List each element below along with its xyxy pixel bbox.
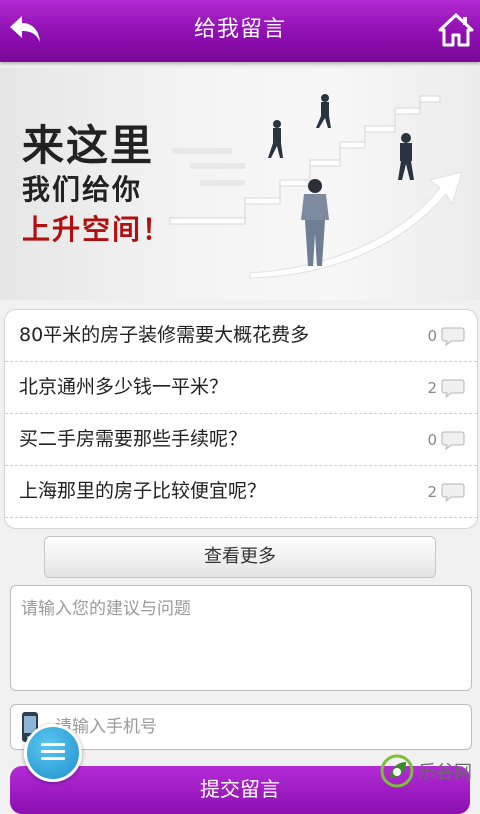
app-header: 给我留言 — [0, 0, 480, 62]
question-item[interactable]: 上海那里的房子比较便宜呢？ 2 — [5, 466, 477, 518]
floating-menu-button[interactable] — [24, 724, 82, 782]
question-text: 80平米的房子装修需要大概花费多 — [19, 324, 310, 346]
menu-icon — [41, 743, 65, 746]
question-text: 买二手房需要那些手续呢？ — [19, 428, 248, 450]
leaf-logo-icon — [380, 754, 414, 788]
question-list: 80平米的房子装修需要大概花费多 0 北京通州多少钱一平米？ 2 买二手房需要那… — [4, 309, 478, 529]
comment-bubble-icon — [441, 379, 465, 398]
menu-icon-bar — [41, 750, 65, 753]
suggestion-textarea[interactable]: 请输入您的建议与问题 — [10, 585, 472, 691]
banner-slogan-line3: 上升空间！ — [22, 213, 173, 246]
question-text: 上海那里的房子比较便宜呢？ — [19, 480, 267, 502]
watermark: 乐谷网 — [380, 754, 476, 794]
suggestion-placeholder: 请输入您的建议与问题 — [21, 599, 191, 619]
home-button[interactable] — [438, 12, 474, 48]
comment-bubble-icon — [441, 483, 465, 502]
home-icon — [438, 13, 474, 47]
question-item[interactable]: 80平米的房子装修需要大概花费多 0 — [5, 310, 477, 362]
reply-count: 0 — [427, 431, 437, 449]
comment-bubble-icon — [441, 431, 465, 450]
view-more-button[interactable]: 查看更多 — [44, 536, 436, 578]
reply-count: 2 — [427, 483, 437, 501]
banner-slogan-line2: 我们给你 — [22, 173, 143, 206]
question-text: 北京通州多少钱一平米？ — [19, 376, 229, 398]
watermark-text: 乐谷网 — [418, 762, 472, 783]
page-title: 给我留言 — [193, 17, 286, 42]
reply-count: 2 — [427, 379, 437, 397]
reply-count: 0 — [427, 327, 437, 345]
comment-bubble-icon — [441, 327, 465, 346]
question-item[interactable]: 北京通州多少钱一平米？ 2 — [5, 362, 477, 414]
menu-icon-bar — [41, 757, 65, 760]
promo-banner: 来这里 我们给你 上升空间！ — [0, 68, 480, 300]
question-item[interactable]: 买二手房需要那些手续呢？ 0 — [5, 414, 477, 466]
banner-slogan-line1: 来这里 — [22, 121, 155, 170]
